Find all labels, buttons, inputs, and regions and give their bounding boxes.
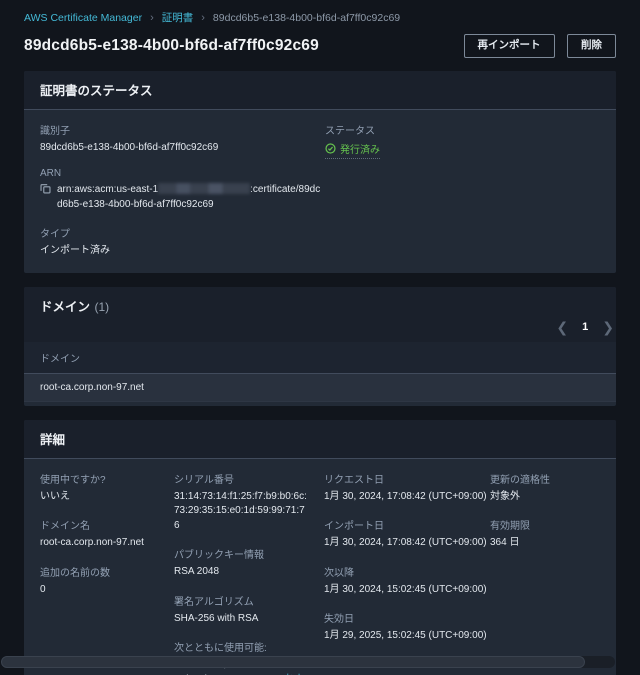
domains-card: ドメイン (1) ❮ 1 ❯ ドメイン root-ca.corp.non-97.…	[24, 286, 616, 406]
chevron-right-icon[interactable]: ❯	[602, 320, 614, 334]
identifier-value: 89dcd6b5-e138-4b00-bf6d-af7ff0c92c69	[40, 141, 219, 153]
domain-row: root-ca.corp.non-97.net	[24, 373, 616, 402]
delete-button[interactable]: 削除	[567, 34, 616, 58]
renewal-eligibility-label: 更新の適格性	[490, 474, 550, 486]
status-check-icon	[325, 143, 336, 154]
type-label: タイプ	[40, 229, 70, 241]
domains-card-title: ドメイン	[40, 299, 91, 314]
domains-pagination: ❮ 1 ❯	[24, 315, 616, 342]
certificate-status-card-body: 識別子 89dcd6b5-e138-4b00-bf6d-af7ff0c92c69…	[24, 110, 616, 273]
arn-field: ARN arn:aws:acm:us-east-1:certificate/89…	[40, 168, 325, 212]
public-key-value: RSA 2048	[174, 566, 220, 578]
serial-number-label: シリアル番号	[174, 474, 234, 486]
horizontal-scrollbar-track[interactable]	[1, 656, 615, 668]
requested-at-label: リクエスト日	[324, 474, 384, 486]
chevron-left-icon[interactable]: ❮	[556, 320, 568, 334]
status-badge[interactable]: 発行済み	[325, 141, 380, 159]
in-use-label: 使用中ですか?	[40, 474, 106, 486]
signature-algorithm-value: SHA-256 with RSA	[174, 612, 259, 624]
not-after-label: 失効日	[324, 614, 354, 626]
domain-name-label: ドメイン名	[40, 521, 90, 533]
details-column-4: 更新の適格性 対象外 有効期限 364 日	[490, 471, 600, 675]
details-column-3: リクエスト日 1月 30, 2024, 17:08:42 (UTC+09:00)…	[324, 471, 487, 675]
status-field: ステータス 発行済み	[325, 122, 600, 159]
signature-algorithm-label: 署名アルゴリズム	[174, 596, 254, 608]
details-card: 詳細 使用中ですか? いいえ ドメイン名 root-ca.corp.non-97…	[24, 419, 616, 675]
additional-names-value: 0	[40, 583, 46, 595]
certificate-status-card: 証明書のステータス 識別子 89dcd6b5-e138-4b00-bf6d-af…	[24, 70, 616, 273]
not-after-value: 1月 29, 2025, 15:02:45 (UTC+09:00)	[324, 630, 487, 642]
domain-name-value: root-ca.corp.non-97.net	[40, 537, 144, 549]
arn-value: arn:aws:acm:us-east-1:certificate/89dcd6…	[57, 183, 321, 210]
validity-value: 364 日	[490, 537, 520, 549]
status-label: ステータス	[325, 125, 375, 137]
imported-at-value: 1月 30, 2024, 17:08:42 (UTC+09:00)	[324, 537, 487, 549]
public-key-label: パブリックキー情報	[174, 550, 264, 562]
copy-icon[interactable]	[40, 183, 51, 194]
breadcrumb-separator-icon: ›	[150, 11, 154, 24]
domains-card-count: (1)	[94, 299, 110, 314]
status-value: 発行済み	[340, 144, 380, 156]
type-field: タイプ インポート済み	[40, 225, 325, 259]
not-before-label: 次以降	[324, 567, 354, 579]
breadcrumb: AWS Certificate Manager › 証明書 › 89dcd6b5…	[24, 10, 616, 25]
not-before-value: 1月 30, 2024, 15:02:45 (UTC+09:00)	[324, 583, 487, 595]
domains-card-header: ドメイン (1)	[24, 286, 616, 316]
identifier-field: 識別子 89dcd6b5-e138-4b00-bf6d-af7ff0c92c69	[40, 122, 325, 156]
redacted-account-id	[158, 183, 251, 195]
domains-page-number[interactable]: 1	[582, 321, 588, 333]
requested-at-value: 1月 30, 2024, 17:08:42 (UTC+09:00)	[324, 490, 487, 502]
reimport-button[interactable]: 再インポート	[463, 34, 555, 58]
can-be-used-with-label: 次とともに使用可能:	[174, 643, 267, 655]
page-title: 89dcd6b5-e138-4b00-bf6d-af7ff0c92c69	[24, 36, 319, 54]
identifier-label: 識別子	[40, 125, 70, 137]
breadcrumb-link-certificates[interactable]: 証明書	[162, 10, 194, 25]
in-use-value: いいえ	[40, 490, 70, 502]
header-actions: 再インポート 削除	[463, 34, 616, 58]
breadcrumb-current: 89dcd6b5-e138-4b00-bf6d-af7ff0c92c69	[212, 11, 401, 24]
details-card-title: 詳細	[40, 432, 66, 447]
horizontal-scrollbar-thumb[interactable]	[1, 656, 585, 668]
details-column-2: シリアル番号 31:14:73:14:f1:25:f7:b9:b0:6c:73:…	[174, 471, 310, 675]
page-header: 89dcd6b5-e138-4b00-bf6d-af7ff0c92c69 再イン…	[24, 34, 616, 58]
domains-column-header: ドメイン	[24, 341, 616, 374]
validity-label: 有効期限	[490, 521, 530, 533]
details-column-1: 使用中ですか? いいえ ドメイン名 root-ca.corp.non-97.ne…	[40, 471, 160, 675]
acm-certificate-detail-page: AWS Certificate Manager › 証明書 › 89dcd6b5…	[0, 0, 640, 675]
additional-names-label: 追加の名前の数	[40, 567, 110, 579]
renewal-eligibility-value: 対象外	[490, 490, 520, 502]
domains-card-footer-pad	[24, 402, 616, 406]
details-card-body: 使用中ですか? いいえ ドメイン名 root-ca.corp.non-97.ne…	[24, 459, 616, 675]
arn-label: ARN	[40, 168, 62, 180]
type-value: インポート済み	[40, 245, 110, 257]
breadcrumb-separator-icon: ›	[201, 11, 205, 24]
certificate-status-card-header: 証明書のステータス	[24, 70, 616, 110]
certificate-status-card-title: 証明書のステータス	[40, 83, 153, 98]
breadcrumb-link-acm[interactable]: AWS Certificate Manager	[24, 12, 142, 24]
serial-number-value: 31:14:73:14:f1:25:f7:b9:b0:6c:73:29:35:1…	[174, 490, 307, 531]
details-card-header: 詳細	[24, 419, 616, 459]
imported-at-label: インポート日	[324, 521, 384, 533]
